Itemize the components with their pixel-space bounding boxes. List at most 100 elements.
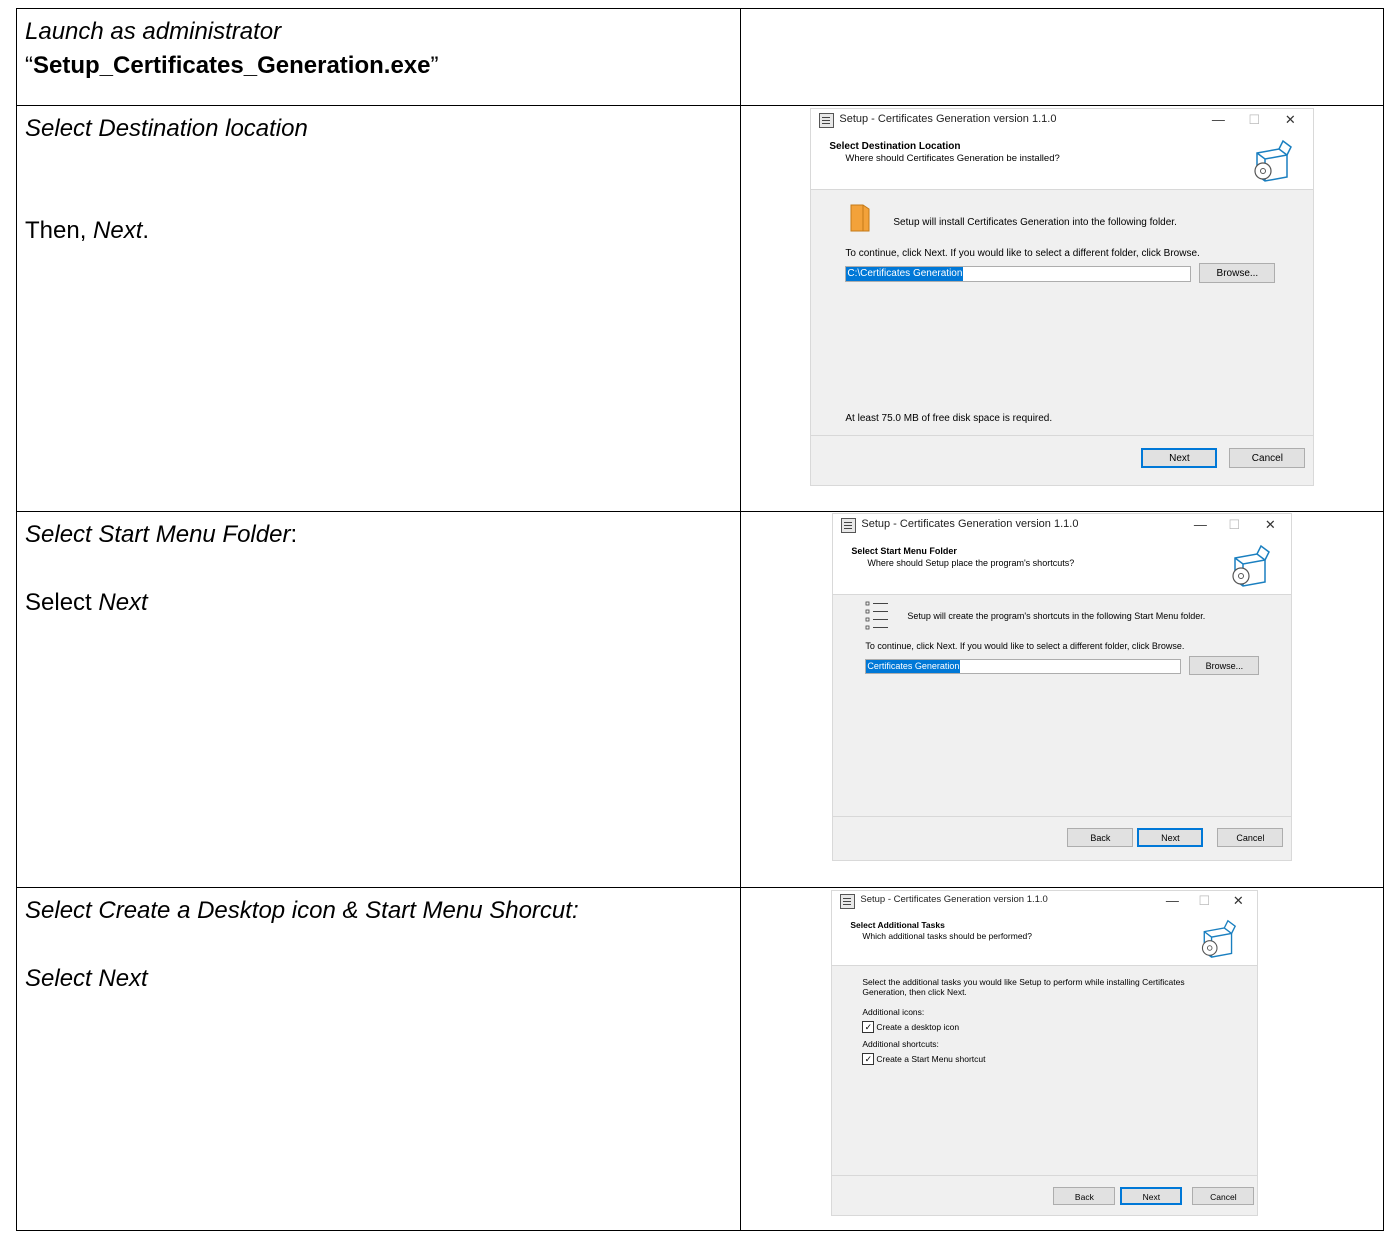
dialog-header: Select Destination Location Where should… bbox=[811, 131, 1314, 190]
continue-text: To continue, click Next. If you would li… bbox=[865, 641, 1185, 651]
start-menu-folder-input[interactable]: Certificates Generation bbox=[865, 659, 1182, 674]
additional-tasks-dialog: Setup - Certificates Generation version … bbox=[832, 891, 1258, 1215]
instruction-text: Select Create a Desktop icon & Start Men… bbox=[25, 897, 579, 924]
start-menu-shortcut-checkbox[interactable]: ✓ bbox=[862, 1053, 875, 1065]
instruction-text: . bbox=[142, 217, 150, 244]
setup-app-icon bbox=[841, 518, 857, 533]
instruction-text: “ bbox=[25, 52, 33, 79]
minimize-button[interactable]: — bbox=[1203, 111, 1233, 129]
continue-text: To continue, click Next. If you would li… bbox=[845, 248, 1200, 259]
cropped-heading-fragment bbox=[424, 0, 484, 8]
maximize-button[interactable]: ☐ bbox=[1189, 892, 1219, 910]
additional-icons-label: Additional icons: bbox=[862, 1007, 925, 1017]
header-title: Select Additional Tasks bbox=[850, 920, 945, 930]
step-row-start-menu: Select Start Menu Folder: Select Next Se… bbox=[15, 511, 1384, 888]
instruction-line: Select Destination location bbox=[25, 112, 740, 146]
disk-space-text: At least 75.0 MB of free disk space is r… bbox=[845, 413, 1053, 424]
minimize-button[interactable]: — bbox=[1157, 892, 1187, 910]
cancel-button[interactable]: Cancel bbox=[1229, 448, 1306, 468]
step-screenshot-empty bbox=[740, 8, 1384, 106]
step-screenshot-destination: Setup - Certificates Generation version … bbox=[740, 105, 1384, 512]
start-menu-folder-value: Certificates Generation bbox=[866, 660, 961, 673]
destination-dialog: Setup - Certificates Generation version … bbox=[811, 109, 1314, 485]
step-instructions-launch: Launch as administrator “Setup_Certificat… bbox=[15, 8, 742, 106]
instruction-line bbox=[25, 146, 740, 180]
instruction-line: “Setup_Certificates_Generation.exe” bbox=[25, 49, 740, 83]
start-menu-dialog: Setup - Certificates Generation version … bbox=[833, 514, 1292, 860]
additional-shortcuts-label: Additional shortcuts: bbox=[862, 1039, 939, 1049]
setup-app-icon bbox=[840, 894, 856, 909]
window-title: Setup - Certificates Generation version … bbox=[860, 894, 1048, 905]
step-screenshot-additional-tasks: Setup - Certificates Generation version … bbox=[740, 887, 1384, 1231]
instruction-text: Then, bbox=[25, 217, 94, 244]
instruction-text: Setup_Certificates_Generation.exe bbox=[33, 52, 431, 79]
instruction-line: Select Next bbox=[25, 962, 740, 996]
intro-text-line-2: Generation, then click Next. bbox=[862, 987, 967, 997]
close-button[interactable]: ✕ bbox=[1255, 516, 1285, 534]
back-button[interactable]: Back bbox=[1067, 828, 1134, 847]
instruction-text: Next bbox=[98, 589, 148, 616]
start-menu-shortcut-label[interactable]: Create a Start Menu shortcut bbox=[876, 1054, 985, 1064]
header-title: Select Start Menu Folder bbox=[851, 546, 957, 556]
step-screenshot-start-menu: Setup - Certificates Generation version … bbox=[740, 511, 1384, 888]
setup-box-icon bbox=[1202, 919, 1237, 958]
title-bar: Setup - Certificates Generation version … bbox=[811, 109, 1314, 131]
title-bar: Setup - Certificates Generation version … bbox=[832, 891, 1258, 911]
instruction-text: Next bbox=[93, 217, 143, 244]
info-text: Setup will create the program's shortcut… bbox=[907, 611, 1206, 621]
setup-box-icon bbox=[1254, 139, 1293, 182]
close-button[interactable]: ✕ bbox=[1275, 111, 1305, 129]
footer-separator bbox=[811, 435, 1314, 436]
cropped-heading-area bbox=[0, 0, 1384, 8]
step-instructions-start-menu: Select Start Menu Folder: Select Next bbox=[15, 511, 742, 888]
browse-button[interactable]: Browse... bbox=[1189, 656, 1260, 675]
step-row-additional-tasks: Select Create a Desktop icon & Start Men… bbox=[15, 887, 1384, 1231]
instruction-line: Select Start Menu Folder: bbox=[25, 518, 740, 552]
folder-icon bbox=[850, 204, 870, 232]
footer-separator bbox=[832, 1175, 1258, 1176]
browse-button[interactable]: Browse... bbox=[1199, 263, 1276, 283]
instruction-text: Select Destination location bbox=[25, 115, 308, 142]
step-row-launch: Launch as administrator “Setup_Certificat… bbox=[15, 8, 1384, 106]
instruction-line bbox=[25, 552, 740, 586]
window-title: Setup - Certificates Generation version … bbox=[839, 113, 1057, 125]
cancel-button[interactable]: Cancel bbox=[1217, 828, 1284, 847]
instruction-text: Select bbox=[25, 589, 99, 616]
next-button[interactable]: Next bbox=[1120, 1187, 1183, 1205]
window-title: Setup - Certificates Generation version … bbox=[861, 518, 1079, 530]
instruction-text: Select Start Menu Folder bbox=[25, 521, 291, 548]
cancel-button[interactable]: Cancel bbox=[1192, 1187, 1255, 1205]
instruction-line: Select Next bbox=[25, 586, 740, 620]
header-title: Select Destination Location bbox=[829, 141, 961, 152]
instruction-line: Launch as administrator bbox=[25, 15, 740, 49]
destination-path-value: C:\Certificates Generation bbox=[846, 267, 964, 281]
instruction-line: Then, Next. bbox=[25, 214, 740, 248]
next-button[interactable]: Next bbox=[1141, 448, 1218, 468]
minimize-button[interactable]: — bbox=[1185, 516, 1215, 534]
list-icon bbox=[865, 601, 889, 630]
step-row-destination: Select Destination location Then, Next. … bbox=[15, 105, 1384, 512]
dialog-header: Select Additional Tasks Which additional… bbox=[832, 911, 1258, 966]
back-button[interactable]: Back bbox=[1053, 1187, 1116, 1205]
next-button[interactable]: Next bbox=[1137, 828, 1204, 847]
steps-table: Launch as administrator “Setup_Certificat… bbox=[15, 8, 1384, 1231]
instruction-text: Launch as administrator bbox=[25, 18, 282, 45]
footer-separator bbox=[833, 816, 1292, 817]
setup-box-icon bbox=[1232, 544, 1271, 587]
instruction-text: Select Next bbox=[25, 965, 148, 992]
setup-app-icon bbox=[819, 113, 835, 128]
dialog-header: Select Start Menu Folder Where should Se… bbox=[833, 536, 1292, 595]
desktop-icon-label[interactable]: Create a desktop icon bbox=[876, 1022, 959, 1032]
instruction-text: : bbox=[290, 521, 298, 548]
instruction-line: Select Create a Desktop icon & Start Men… bbox=[25, 894, 740, 928]
destination-path-input[interactable]: C:\Certificates Generation bbox=[845, 266, 1192, 282]
info-text: Setup will install Certificates Generati… bbox=[893, 217, 1177, 228]
maximize-button[interactable]: ☐ bbox=[1219, 516, 1249, 534]
header-subtitle: Where should Certificates Generation be … bbox=[845, 153, 1060, 164]
step-instructions-additional-tasks: Select Create a Desktop icon & Start Men… bbox=[15, 887, 742, 1231]
maximize-button[interactable]: ☐ bbox=[1239, 111, 1269, 129]
header-subtitle: Where should Setup place the program's s… bbox=[867, 558, 1075, 568]
desktop-icon-checkbox[interactable]: ✓ bbox=[862, 1021, 875, 1033]
step-instructions-destination: Select Destination location Then, Next. bbox=[15, 105, 742, 512]
close-button[interactable]: ✕ bbox=[1223, 892, 1253, 910]
